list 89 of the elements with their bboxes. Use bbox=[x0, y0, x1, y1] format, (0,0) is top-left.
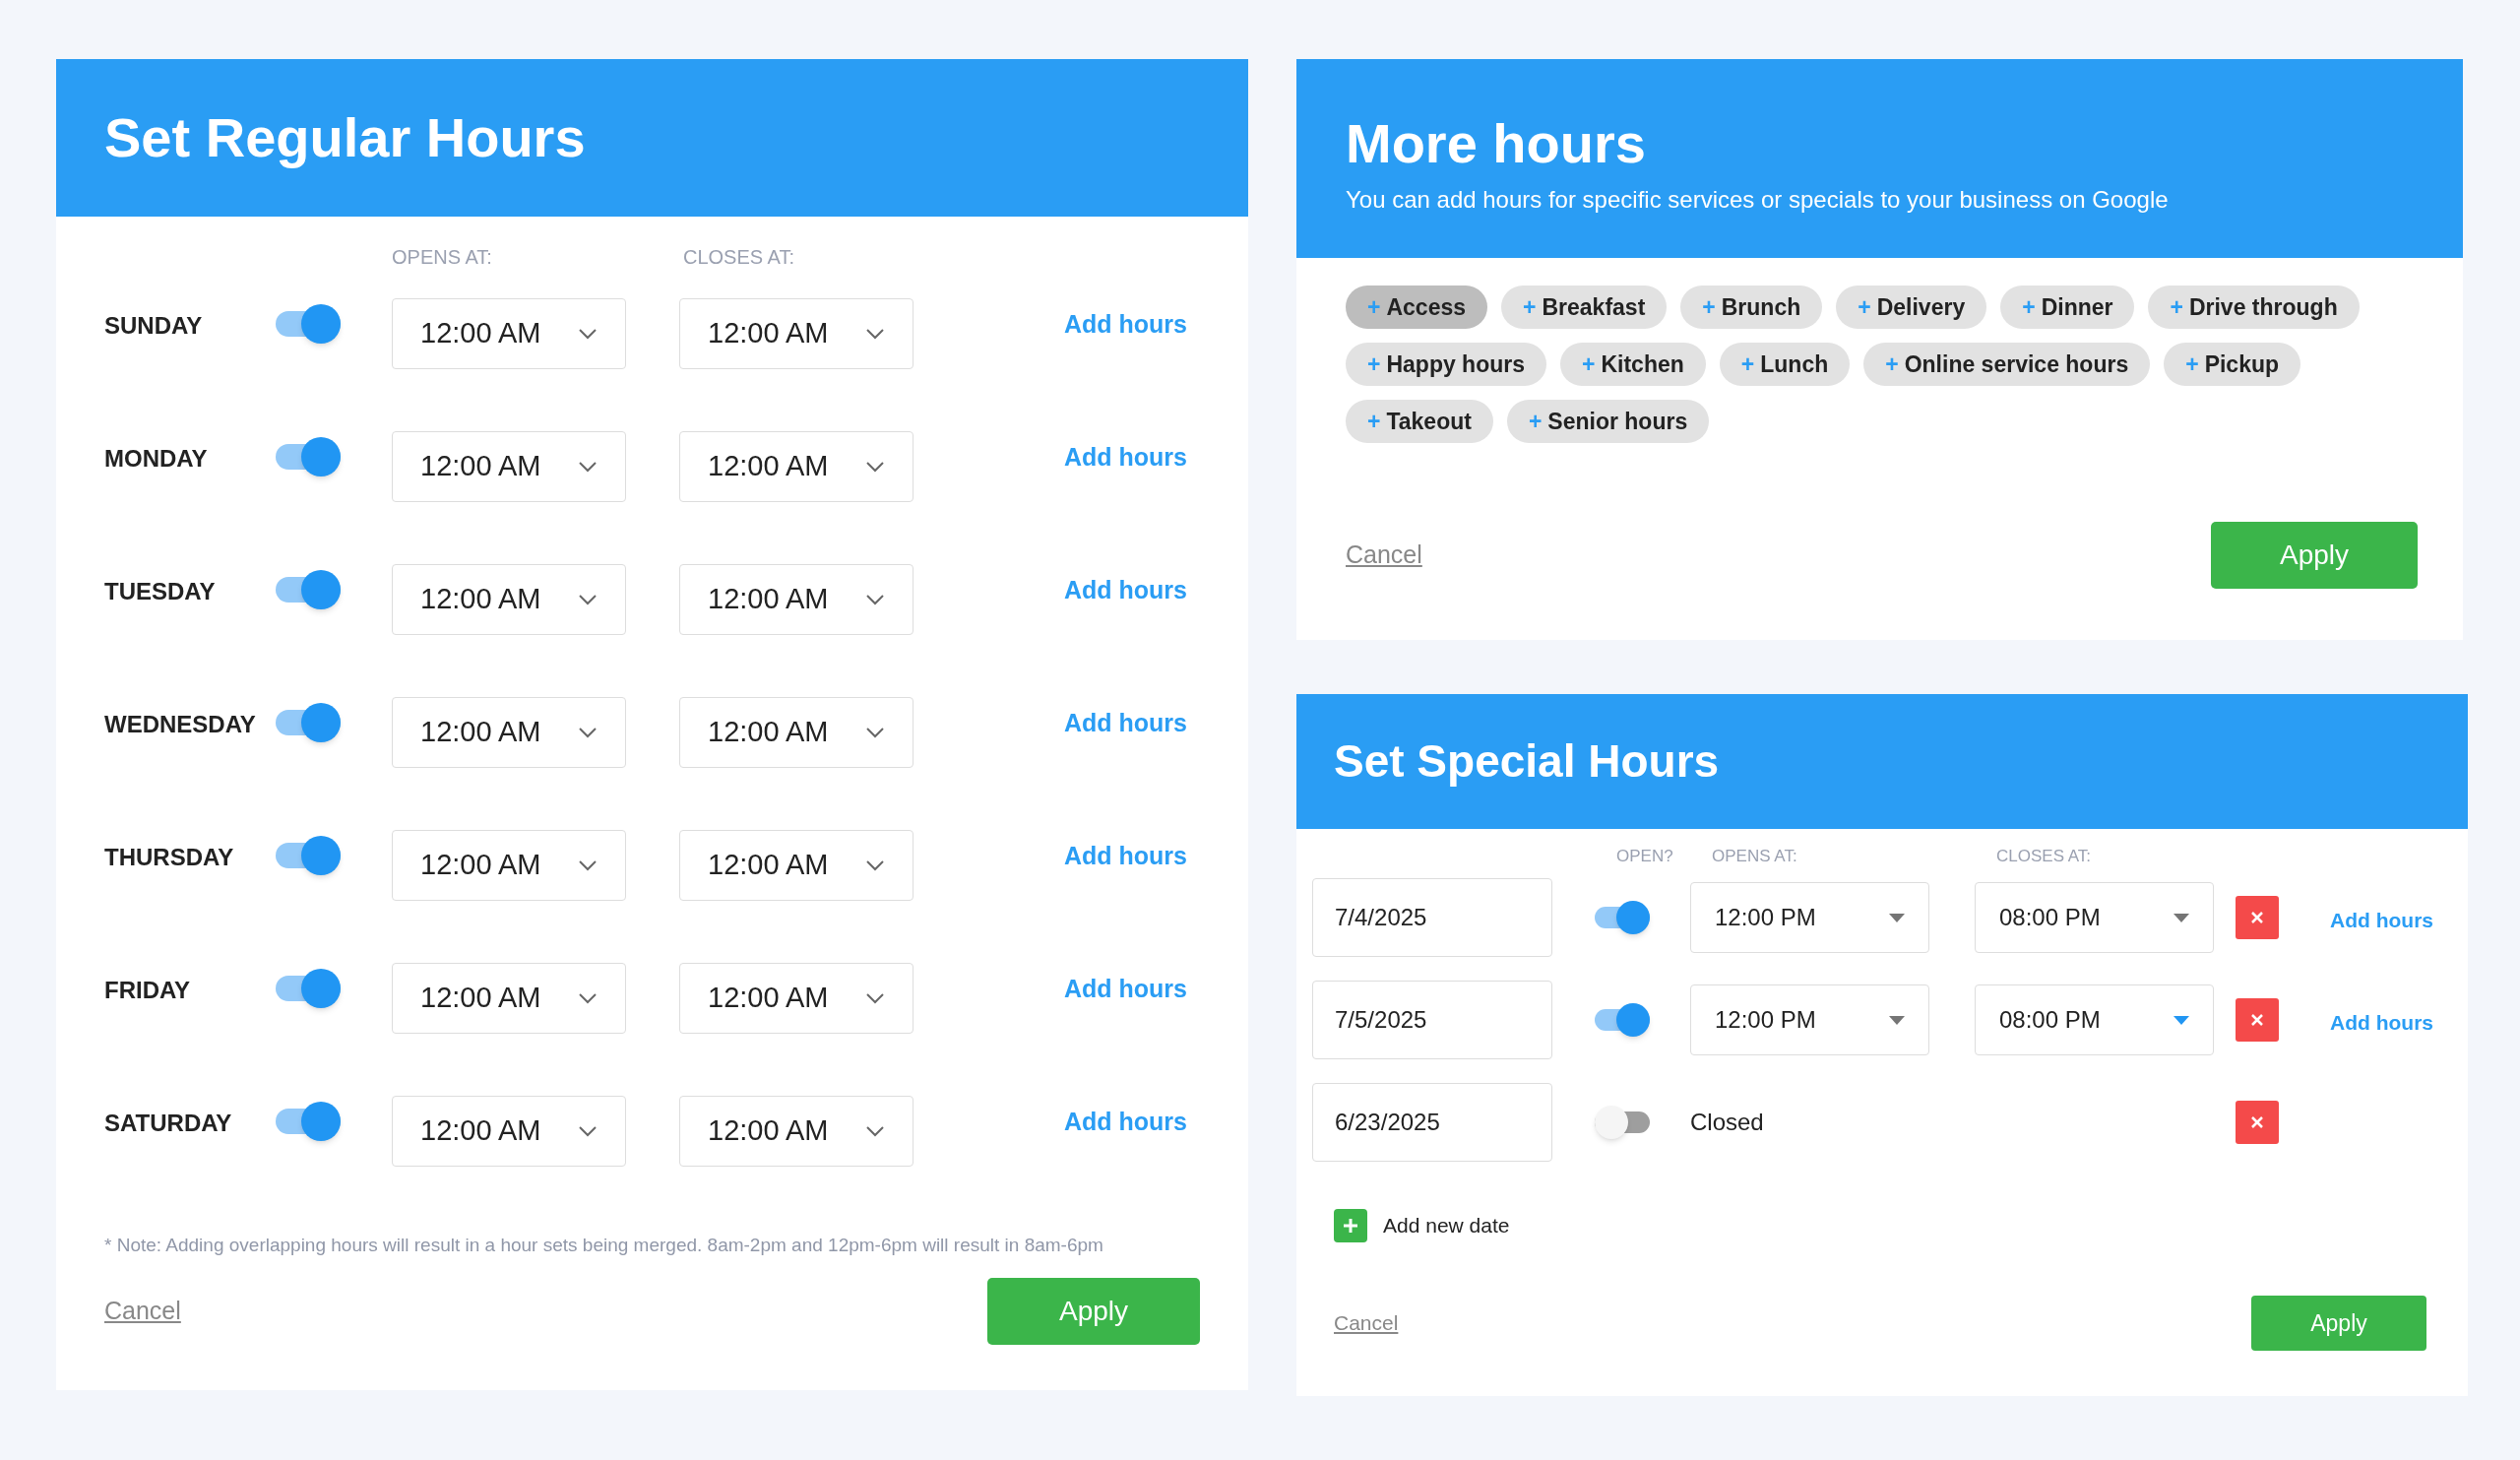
day-label: MONDAY bbox=[104, 444, 209, 474]
panel-title: Set Regular Hours bbox=[104, 105, 586, 170]
time-select[interactable]: 08:00 PM bbox=[1975, 882, 2214, 953]
chevron-down-icon bbox=[578, 727, 598, 738]
service-chip[interactable]: + Access bbox=[1346, 286, 1487, 329]
cancel-link[interactable]: Cancel bbox=[104, 1292, 181, 1330]
close-icon bbox=[2250, 911, 2264, 924]
time-select[interactable]: 12:00 AM bbox=[392, 1096, 626, 1167]
day-label: SUNDAY bbox=[104, 311, 204, 341]
chevron-down-icon bbox=[865, 594, 885, 605]
day-label: WEDNESDAY bbox=[104, 710, 257, 739]
time-select[interactable]: 12:00 PM bbox=[1690, 882, 1929, 953]
chevron-down-icon bbox=[865, 461, 885, 473]
chevron-down-icon bbox=[865, 1125, 885, 1137]
day-label: FRIDAY bbox=[104, 976, 192, 1005]
time-select[interactable]: 12:00 AM bbox=[679, 697, 914, 768]
time-select[interactable]: 08:00 PM bbox=[1975, 984, 2214, 1055]
panel-title: More hours bbox=[1346, 111, 1647, 176]
delete-button[interactable] bbox=[2236, 1101, 2279, 1144]
plus-icon bbox=[1334, 1209, 1367, 1242]
column-header: OPENS AT: bbox=[1712, 845, 1798, 867]
panel-title: Set Special Hours bbox=[1334, 734, 1720, 789]
chevron-down-icon bbox=[865, 727, 885, 738]
time-select[interactable]: 12:00 AM bbox=[679, 431, 914, 502]
time-select[interactable]: 12:00 AM bbox=[679, 963, 914, 1034]
time-select[interactable]: 12:00 AM bbox=[679, 830, 914, 901]
time-select[interactable]: 12:00 AM bbox=[392, 431, 626, 502]
time-select[interactable]: 12:00 AM bbox=[392, 298, 626, 369]
toggle-switch[interactable] bbox=[1595, 900, 1650, 935]
toggle-switch[interactable] bbox=[276, 967, 341, 1010]
toggle-switch[interactable] bbox=[276, 834, 341, 877]
chevron-down-icon bbox=[578, 859, 598, 871]
chevron-down-icon bbox=[578, 594, 598, 605]
service-chip[interactable]: + Breakfast bbox=[1501, 286, 1668, 329]
caret-down-icon bbox=[1889, 913, 1905, 922]
chevron-down-icon bbox=[865, 992, 885, 1004]
time-select[interactable]: 12:00 AM bbox=[392, 830, 626, 901]
time-select[interactable]: 12:00 AM bbox=[392, 963, 626, 1034]
toggle-switch[interactable] bbox=[276, 1100, 341, 1143]
date-input[interactable]: 7/4/2025 bbox=[1312, 878, 1552, 957]
cancel-link[interactable]: Cancel bbox=[1346, 537, 1422, 574]
service-chip[interactable]: + Senior hours bbox=[1506, 400, 1710, 443]
service-chip[interactable]: + Takeout bbox=[1346, 400, 1493, 443]
time-select[interactable]: 12:00 AM bbox=[679, 564, 914, 635]
caret-down-icon bbox=[1889, 1015, 1905, 1025]
chevron-down-icon bbox=[865, 328, 885, 340]
date-input[interactable]: 7/5/2025 bbox=[1312, 981, 1552, 1059]
service-chip[interactable]: + Kitchen bbox=[1560, 343, 1706, 386]
date-input[interactable]: 6/23/2025 bbox=[1312, 1083, 1552, 1162]
service-chip[interactable]: + Dinner bbox=[2000, 286, 2135, 329]
delete-button[interactable] bbox=[2236, 998, 2279, 1042]
column-header: OPEN? bbox=[1616, 845, 1674, 867]
time-select[interactable]: 12:00 AM bbox=[392, 564, 626, 635]
chevron-down-icon bbox=[578, 992, 598, 1004]
toggle-switch[interactable] bbox=[276, 435, 341, 478]
service-chip[interactable]: + Online service hours bbox=[1863, 343, 2151, 386]
time-select[interactable]: 12:00 PM bbox=[1690, 984, 1929, 1055]
cancel-link[interactable]: Cancel bbox=[1334, 1307, 1399, 1339]
chevron-down-icon bbox=[865, 859, 885, 871]
day-label: SATURDAY bbox=[104, 1109, 233, 1138]
service-chip[interactable]: + Pickup bbox=[2164, 343, 2301, 386]
panel-subtitle: You can add hours for specific services or specials to your business on Google bbox=[1346, 185, 2170, 215]
toggle-switch[interactable] bbox=[1595, 1105, 1650, 1140]
toggle-switch[interactable] bbox=[276, 701, 341, 744]
service-chip[interactable]: + Brunch bbox=[1680, 286, 1823, 329]
chevron-down-icon bbox=[578, 461, 598, 473]
close-icon bbox=[2250, 1115, 2264, 1129]
note-text: * Note: Adding overlapping hours will result in a hour sets being merged. 8am-2pm and 12pm-6pm will result in 8am-6pm bbox=[104, 1234, 1104, 1257]
time-select[interactable]: 12:00 AM bbox=[679, 298, 914, 369]
column-header: CLOSES AT: bbox=[1996, 845, 2092, 867]
toggle-switch[interactable] bbox=[276, 302, 341, 346]
delete-button[interactable] bbox=[2236, 896, 2279, 939]
add-new-date-button[interactable]: Add new date bbox=[1334, 1209, 2468, 1242]
chevron-down-icon bbox=[578, 328, 598, 340]
column-header: CLOSES AT: bbox=[683, 245, 794, 270]
time-select[interactable]: 12:00 AM bbox=[679, 1096, 914, 1167]
day-label: THURSDAY bbox=[104, 843, 235, 872]
toggle-switch[interactable] bbox=[1595, 1002, 1650, 1038]
service-chip[interactable]: + Drive through bbox=[2148, 286, 2360, 329]
service-chip[interactable]: + Happy hours bbox=[1346, 343, 1546, 386]
service-chip[interactable]: + Delivery bbox=[1836, 286, 1987, 329]
closed-label: Closed bbox=[1690, 1108, 1765, 1137]
service-chip[interactable]: + Lunch bbox=[1719, 343, 1851, 386]
close-icon bbox=[2250, 1013, 2264, 1027]
toggle-switch[interactable] bbox=[276, 568, 341, 611]
chevron-down-icon bbox=[578, 1125, 598, 1137]
column-header: OPENS AT: bbox=[392, 245, 493, 270]
day-label: TUESDAY bbox=[104, 577, 217, 606]
time-select[interactable]: 12:00 AM bbox=[392, 697, 626, 768]
